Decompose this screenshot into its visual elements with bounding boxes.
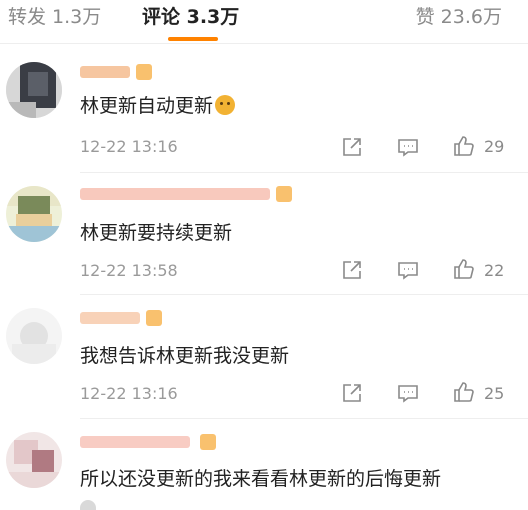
avatar[interactable]: [6, 308, 62, 364]
avatar[interactable]: [6, 432, 62, 488]
tab-comments[interactable]: 评论 3.3万: [142, 4, 239, 30]
tab-repost[interactable]: 转发 1.3万: [8, 4, 101, 30]
divider: [80, 294, 528, 295]
share-icon[interactable]: [340, 258, 364, 282]
divider: [80, 418, 528, 419]
comment-icon[interactable]: [396, 135, 420, 159]
comment-text-body: 林更新自动更新: [80, 95, 214, 117]
thumbs-up-icon[interactable]: [452, 257, 476, 281]
avatar[interactable]: [6, 62, 62, 118]
share-icon[interactable]: [340, 135, 364, 159]
comment-text: 林更新自动更新: [80, 93, 236, 119]
dog-face-emoji-icon: [215, 95, 236, 115]
comment-time: 12-22 13:58: [80, 261, 178, 280]
comment-tabbar: 转发 1.3万 评论 3.3万 赞 23.6万: [0, 0, 528, 44]
emoji-icon: [80, 500, 96, 510]
comment-time: 12-22 13:16: [80, 137, 178, 156]
comment-icon[interactable]: [396, 258, 420, 282]
active-tab-indicator: [168, 37, 218, 41]
tab-likes[interactable]: 赞 23.6万: [416, 4, 502, 30]
like-count: 29: [484, 137, 505, 156]
avatar[interactable]: [6, 186, 62, 242]
share-icon[interactable]: [340, 381, 364, 405]
comment-time: 12-22 13:16: [80, 384, 178, 403]
thumbs-up-icon[interactable]: [452, 380, 476, 404]
like-count: 22: [484, 261, 505, 280]
comment-text: 林更新要持续更新: [80, 222, 233, 244]
divider: [80, 172, 528, 173]
like-count: 25: [484, 384, 505, 403]
comment-icon[interactable]: [396, 381, 420, 405]
comment-text: 所以还没更新的我来看看林更新的后悔更新: [80, 468, 442, 490]
thumbs-up-icon[interactable]: [452, 134, 476, 158]
comment-text: 我想告诉林更新我没更新: [80, 345, 290, 367]
